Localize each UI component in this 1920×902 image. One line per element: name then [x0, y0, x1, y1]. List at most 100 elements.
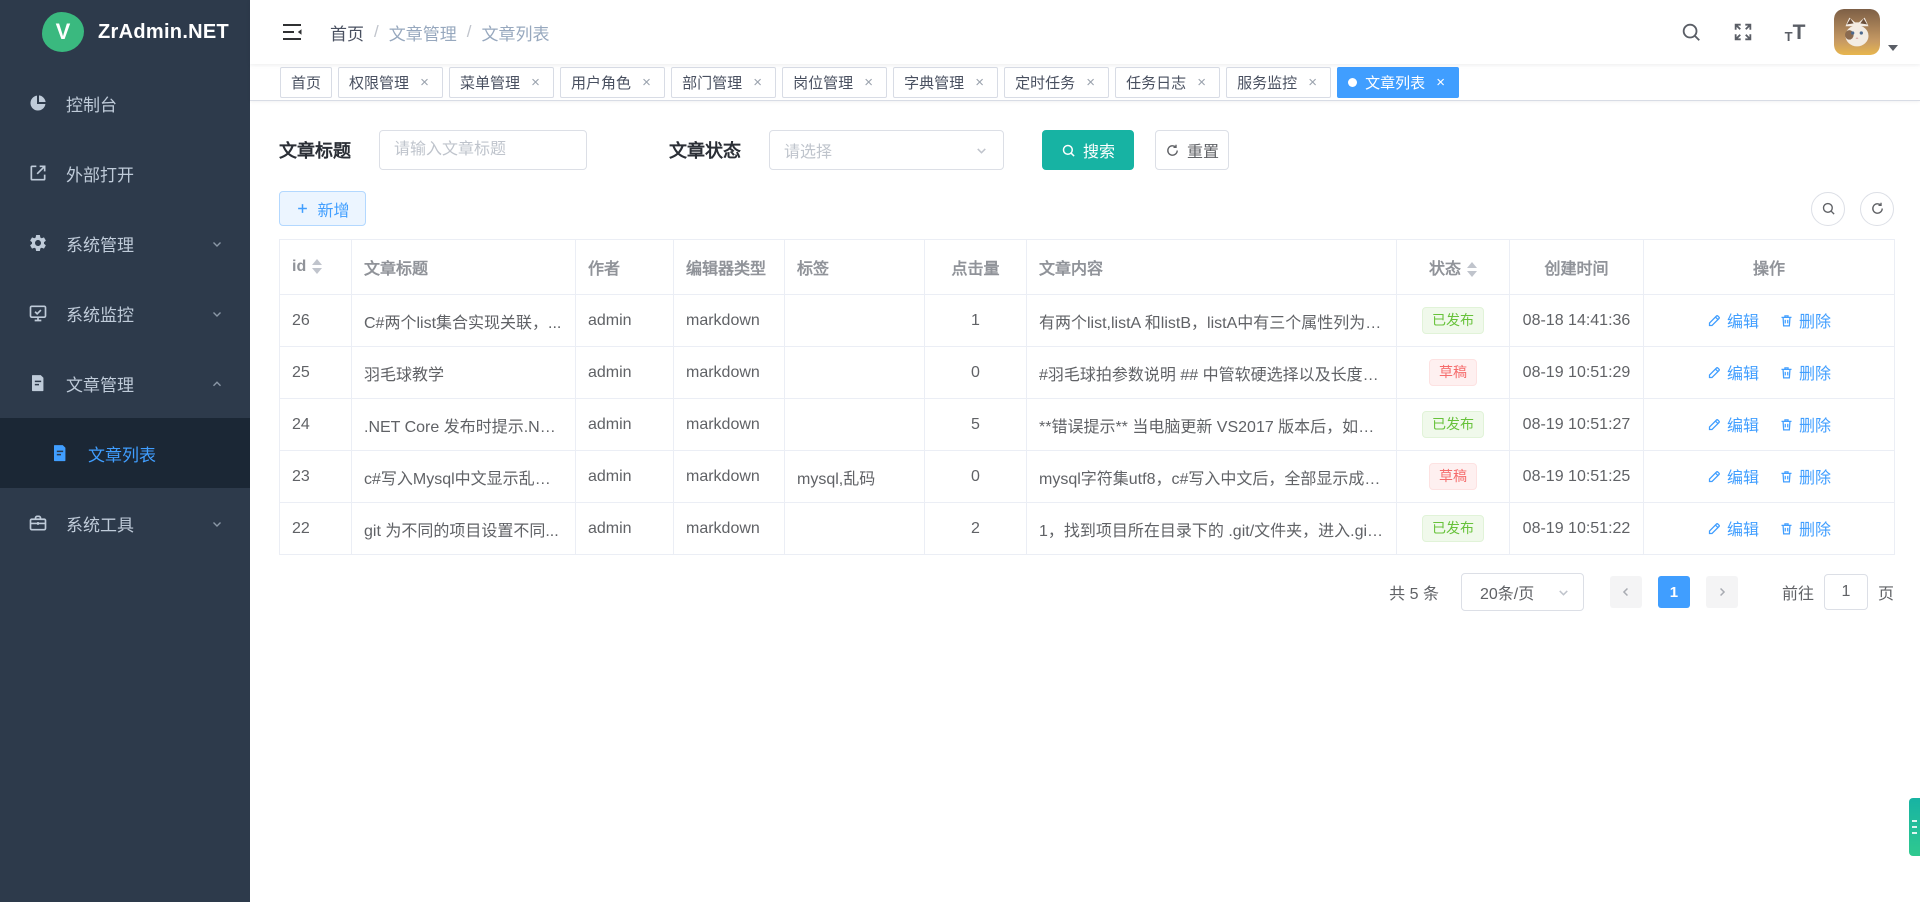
search-button[interactable]: 搜索 [1042, 130, 1134, 170]
column-header-编辑器类型: 编辑器类型 [674, 240, 785, 295]
cell-created: 08-19 10:51:29 [1510, 347, 1644, 399]
tab-首页[interactable]: 首页 [280, 67, 332, 98]
close-icon[interactable]: × [972, 75, 987, 90]
breadcrumb-item[interactable]: 首页 [330, 20, 364, 45]
edit-article-link[interactable]: 编辑 [1707, 308, 1759, 332]
tab-用户角色[interactable]: 用户角色× [560, 67, 665, 98]
cat-avatar-image [1834, 9, 1880, 55]
app-root: V ZrAdmin.NET 控制台外部打开系统管理系统监控文章管理文章列表系统工… [0, 0, 1920, 902]
cell-clicks: 1 [925, 295, 1027, 347]
tab-label: 文章列表 [1365, 72, 1425, 93]
tab-label: 岗位管理 [793, 72, 853, 93]
next-page-button[interactable] [1706, 576, 1738, 608]
article-status-select[interactable]: 请选择 [769, 130, 1004, 170]
close-icon[interactable]: × [750, 75, 765, 90]
tab-定时任务[interactable]: 定时任务× [1004, 67, 1109, 98]
cell-created: 08-19 10:51:25 [1510, 451, 1644, 503]
cell-id: 25 [280, 347, 352, 399]
refresh-table-button[interactable] [1860, 192, 1894, 226]
font-size-button[interactable]: TT [1782, 19, 1808, 45]
close-icon[interactable]: × [1194, 75, 1209, 90]
column-header-label: 文章标题 [364, 261, 428, 278]
column-header-id: id [280, 240, 352, 295]
collapse-sidebar-button[interactable] [280, 19, 306, 45]
app-logo[interactable]: V ZrAdmin.NET [0, 0, 250, 64]
edit-article-link[interactable]: 编辑 [1707, 412, 1759, 436]
sidebar-item[interactable]: 系统监控 [0, 278, 250, 348]
status-badge: 已发布 [1422, 411, 1484, 438]
sidebar-item[interactable]: 控制台 [0, 68, 250, 138]
close-icon[interactable]: × [861, 75, 876, 90]
chevron-left-icon [1619, 585, 1633, 599]
cell-actions: 编辑 删除 [1644, 399, 1895, 451]
tab-菜单管理[interactable]: 菜单管理× [449, 67, 554, 98]
cell-status: 已发布 [1397, 503, 1510, 555]
add-article-button[interactable]: 新增 [279, 191, 366, 226]
close-icon[interactable]: × [1433, 75, 1448, 90]
delete-article-link[interactable]: 删除 [1779, 412, 1831, 436]
tab-部门管理[interactable]: 部门管理× [671, 67, 776, 98]
prev-page-button[interactable] [1610, 576, 1642, 608]
tab-文章列表[interactable]: 文章列表 × [1337, 67, 1459, 98]
breadcrumb-item[interactable]: 文章管理 [389, 20, 457, 45]
cell-content: **错误提示** 当电脑更新 VS2017 版本后，如果... [1027, 399, 1397, 451]
close-icon[interactable]: × [528, 75, 543, 90]
delete-article-link[interactable]: 删除 [1779, 516, 1831, 540]
delete-article-link[interactable]: 删除 [1779, 360, 1831, 384]
column-header-label: 编辑器类型 [686, 261, 766, 278]
edit-article-link[interactable]: 编辑 [1707, 516, 1759, 540]
gear-icon [28, 233, 48, 253]
delete-article-link[interactable]: 删除 [1779, 464, 1831, 488]
page-number-button[interactable]: 1 [1658, 576, 1690, 608]
caret-down-icon [1888, 45, 1898, 51]
sidebar-item[interactable]: 外部打开 [0, 138, 250, 208]
edit-article-link[interactable]: 编辑 [1707, 360, 1759, 384]
column-header-label: 操作 [1753, 261, 1785, 278]
chevron-up-icon [210, 376, 224, 390]
search-button-label: 搜索 [1083, 138, 1115, 162]
header-search-button[interactable] [1678, 19, 1704, 45]
chevron-right-icon [1715, 585, 1729, 599]
column-header-标签: 标签 [785, 240, 925, 295]
tab-label: 任务日志 [1126, 72, 1186, 93]
sidebar-item[interactable]: 系统工具 [0, 488, 250, 558]
sidebar-item[interactable]: 文章管理 [0, 348, 250, 418]
cell-editor-type: markdown [674, 451, 785, 503]
sidebar-item[interactable]: 系统管理 [0, 208, 250, 278]
tab-岗位管理[interactable]: 岗位管理 × [782, 67, 887, 98]
sort-icon[interactable] [1467, 262, 1477, 277]
tab-任务日志[interactable]: 任务日志 × [1115, 67, 1220, 98]
tab-权限管理[interactable]: 权限管理× [338, 67, 443, 98]
cell-actions: 编辑删除 [1644, 503, 1895, 555]
column-header-点击量: 点击量 [925, 240, 1027, 295]
close-icon[interactable]: × [1083, 75, 1098, 90]
toggle-search-button[interactable] [1811, 192, 1845, 226]
fullscreen-button[interactable] [1730, 19, 1756, 45]
side-panel-handle[interactable] [1909, 798, 1920, 856]
cell-author: admin [576, 347, 674, 399]
article-status-label: 文章状态 [669, 137, 741, 163]
sort-icon[interactable] [312, 259, 322, 274]
edit-label: 编辑 [1727, 308, 1759, 332]
cell-created: 08-18 14:41:36 [1510, 295, 1644, 347]
tab-服务监控[interactable]: 服务监控× [1226, 67, 1331, 98]
cell-title: git 为不同的项目设置不同... [352, 503, 576, 555]
edit-article-link[interactable]: 编辑 [1707, 464, 1759, 488]
delete-article-link[interactable]: 删除 [1779, 308, 1831, 332]
close-icon[interactable]: × [417, 75, 432, 90]
goto-page-input[interactable] [1824, 574, 1868, 610]
close-icon[interactable]: × [639, 75, 654, 90]
article-title-input[interactable] [379, 130, 587, 170]
page-size-select[interactable]: 20条/页 [1461, 573, 1584, 611]
reset-button[interactable]: 重置 [1155, 130, 1229, 170]
chevron-down-icon [974, 143, 989, 158]
user-menu[interactable] [1834, 9, 1898, 55]
hamburger-icon [280, 20, 304, 44]
sidebar-subitem[interactable]: 文章列表 [0, 418, 250, 488]
breadcrumb-separator: / [467, 22, 472, 42]
pagination-total: 共 5 条 [1389, 580, 1439, 604]
column-header-作者: 作者 [576, 240, 674, 295]
tab-字典管理[interactable]: 字典管理× [893, 67, 998, 98]
close-icon[interactable]: × [1305, 75, 1320, 90]
delete-label: 删除 [1799, 412, 1831, 436]
